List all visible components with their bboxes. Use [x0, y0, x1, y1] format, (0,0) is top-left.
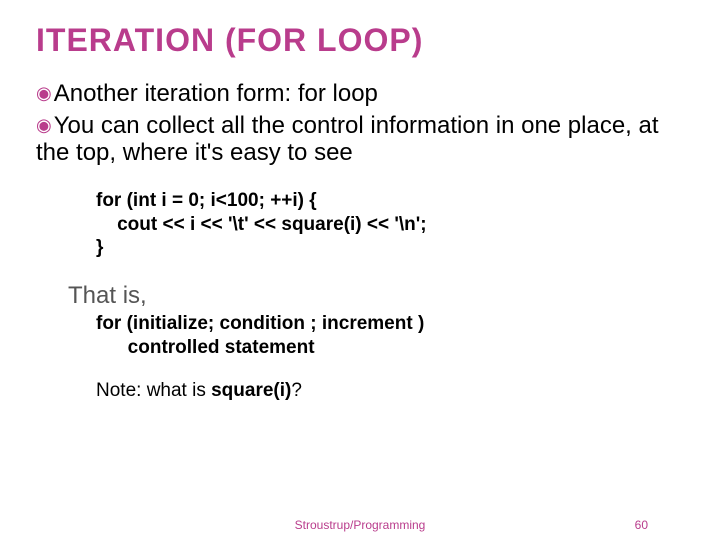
subheading: That is, — [68, 282, 684, 310]
bullet-keyword: for — [298, 80, 326, 107]
syntax-line: for (initialize; condition ; increment ) — [96, 312, 684, 336]
slide-title: ITERATION (FOR LOOP) — [36, 22, 423, 59]
note-post: ? — [291, 380, 302, 401]
note-keyword: square(i) — [211, 380, 291, 401]
footer-credit: Stroustrup/Programming — [0, 518, 720, 532]
bullet-text-pre: Another iteration form: — [54, 80, 298, 107]
page-number: 60 — [635, 518, 648, 532]
bullet-item: ◉You can collect all the control informa… — [36, 112, 684, 167]
slide: ITERATION (FOR LOOP) ◉Another iteration … — [0, 0, 720, 540]
syntax-block: for (initialize; condition ; increment )… — [96, 312, 684, 360]
code-block: for (int i = 0; i<100; ++i) { cout << i … — [96, 189, 684, 260]
syntax-line: controlled statement — [96, 336, 684, 360]
slide-body: ◉Another iteration form: for loop ◉You c… — [36, 80, 684, 402]
bullet-text-post: loop — [326, 80, 378, 107]
bullet-icon: ◉ — [36, 83, 52, 103]
bullet-item: ◉Another iteration form: for loop — [36, 80, 684, 108]
bullet-text: You can collect all the control informat… — [36, 112, 659, 167]
code-line: cout << i << '\t' << square(i) << '\n'; — [96, 213, 684, 237]
bullet-icon: ◉ — [36, 115, 52, 135]
code-line: } — [96, 236, 684, 260]
note-line: Note: what is square(i)? — [96, 380, 684, 402]
note-pre: Note: what is — [96, 380, 211, 401]
code-line: for (int i = 0; i<100; ++i) { — [96, 189, 684, 213]
